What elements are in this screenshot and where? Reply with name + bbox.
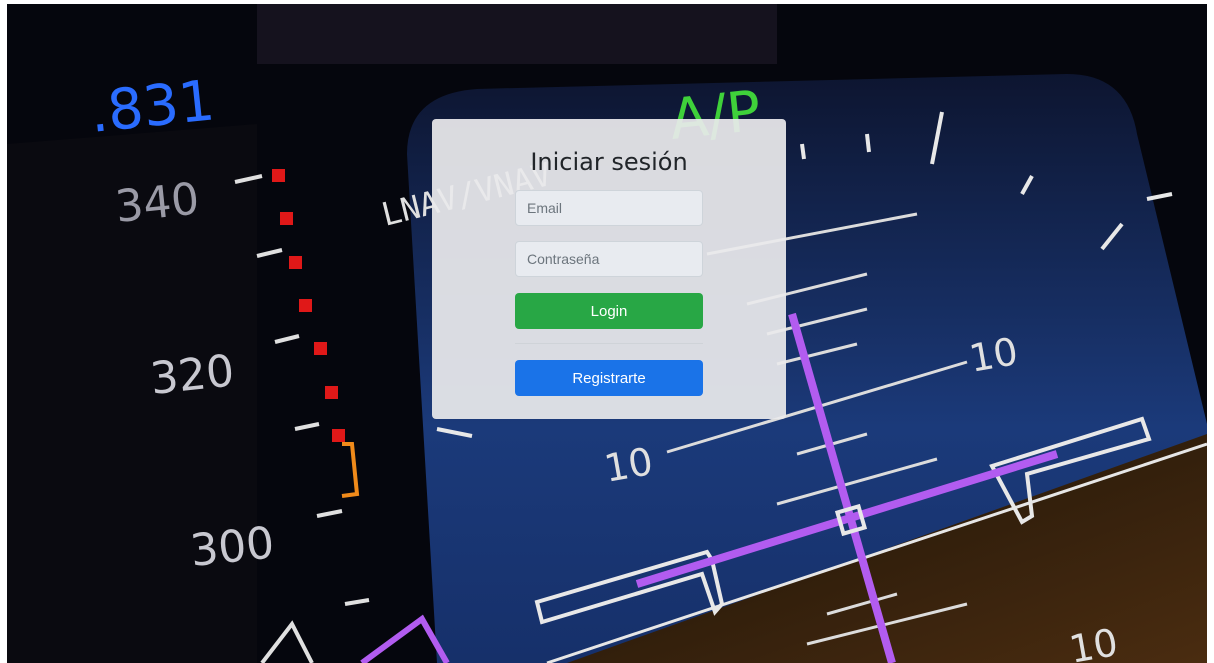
app-window: .831 340 320 300 A/P LNAV/VNAV 10 10 10 …	[7, 4, 1207, 663]
login-title: Iniciar sesión	[530, 148, 688, 176]
speed-label-320: 320	[148, 345, 237, 404]
top-bezel	[257, 4, 777, 64]
form-divider	[515, 343, 703, 344]
speed-label-340: 340	[113, 173, 202, 232]
login-card: Iniciar sesión Login Registrarte	[432, 119, 786, 419]
register-button[interactable]: Registrarte	[515, 360, 703, 396]
login-button[interactable]: Login	[515, 293, 703, 329]
speed-label-300: 300	[188, 517, 277, 576]
email-input[interactable]	[515, 190, 703, 226]
password-input[interactable]	[515, 241, 703, 277]
pitch-label-left: 10	[601, 439, 656, 491]
pitch-label-right: 10	[966, 329, 1021, 381]
mach-readout: .831	[87, 68, 218, 146]
pitch-label-bottom: 10	[1066, 620, 1121, 663]
